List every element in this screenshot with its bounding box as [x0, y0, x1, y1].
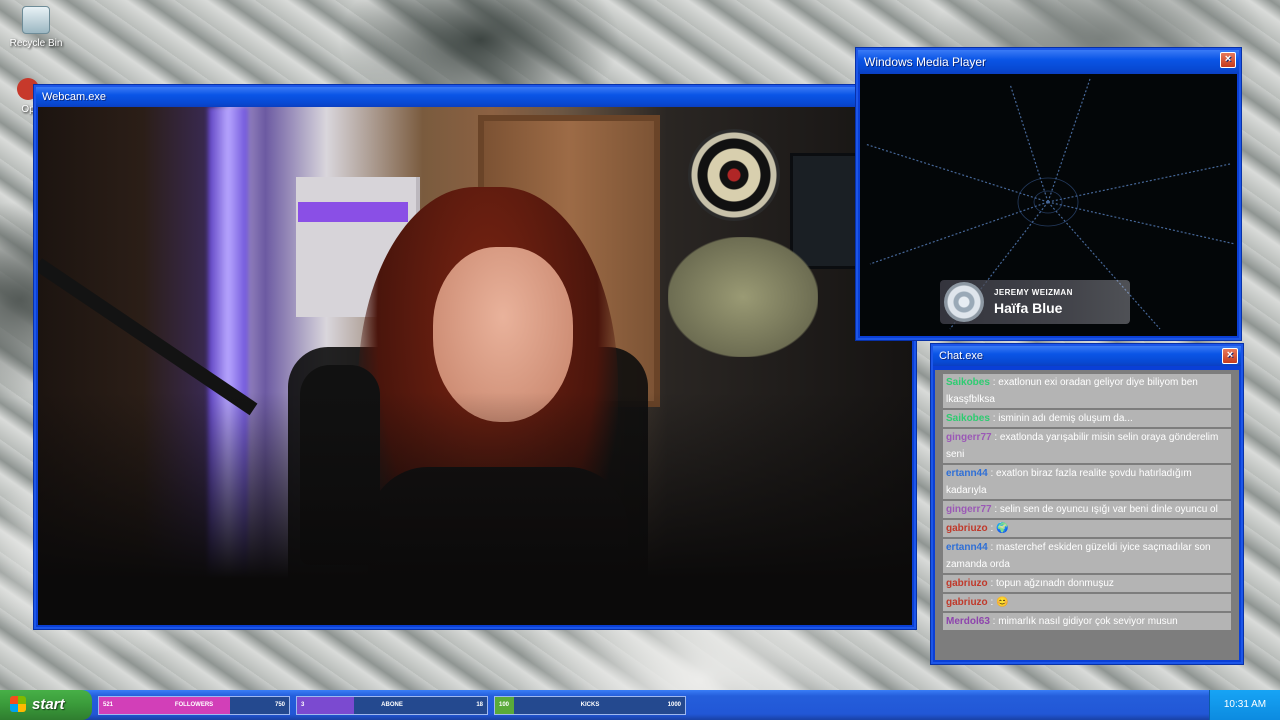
chat-message: Merdol63 : mimarlık nasıl gidiyor çok se…: [943, 613, 1231, 630]
chat-username[interactable]: ertann44: [946, 542, 988, 553]
visualizer-area: JEREMY WEIZMAN Haïfa Blue: [860, 74, 1237, 336]
windows-logo-icon: [10, 696, 26, 712]
chat-separator: :: [987, 578, 997, 589]
chat-message: gabriuzo : 😊: [943, 594, 1231, 611]
recycle-bin-icon: [22, 6, 50, 34]
chat-separator: :: [989, 616, 999, 627]
chat-separator: :: [987, 542, 997, 553]
chat-titlebar[interactable]: Chat.exe ×: [933, 346, 1241, 366]
chat-username[interactable]: gabriuzo: [946, 578, 988, 589]
window-title: Webcam.exe: [42, 91, 106, 103]
chat-message: gabriuzo : topun ağzınadn donmuşuz: [943, 575, 1231, 592]
chat-separator: :: [989, 413, 999, 424]
chat-separator: :: [989, 377, 999, 388]
dartboard-image: [688, 129, 780, 221]
chat-username[interactable]: gabriuzo: [946, 523, 988, 534]
media-player-titlebar[interactable]: Windows Media Player ×: [858, 50, 1239, 74]
chat-message: ertann44 : exatlon biraz fazla realite ş…: [943, 465, 1231, 499]
media-player-window[interactable]: Windows Media Player × JEREMY WEIZMAN Ha…: [856, 48, 1241, 340]
window-title: Windows Media Player: [864, 55, 987, 69]
stat-label: FOLLOWERS: [174, 702, 214, 708]
chat-text: 😊: [996, 597, 1009, 608]
chat-message: ertann44 : masterchef eskiden güzeldi iy…: [943, 539, 1231, 573]
system-tray: 10:31 AM: [1209, 690, 1280, 720]
chat-separator: :: [991, 504, 1000, 515]
webcam-titlebar[interactable]: Webcam.exe: [36, 87, 914, 107]
album-art-icon: [944, 282, 984, 322]
stat-right-value: 750: [274, 702, 285, 708]
chat-text: mimarlık nasıl gidiyor çok seviyor musun: [998, 616, 1178, 627]
stat-label: KICKS: [580, 702, 600, 708]
chat-message: gingerr77 : exatlonda yarışabilir misin …: [943, 429, 1231, 463]
chat-username[interactable]: Saikobes: [946, 413, 990, 424]
chat-username[interactable]: gingerr77: [946, 504, 992, 515]
chat-message-list[interactable]: Saikobes : exatlonun exi oradan geliyor …: [935, 370, 1239, 660]
close-button[interactable]: ×: [1220, 52, 1236, 68]
webcam-window[interactable]: Webcam.exe: [34, 85, 916, 629]
now-playing-artist: JEREMY WEIZMAN: [994, 288, 1073, 297]
stat-bar-kicks: 100 KICKS 1000: [494, 696, 686, 715]
chat-separator: :: [987, 597, 997, 608]
chat-separator: :: [987, 468, 997, 479]
chat-window[interactable]: Chat.exe × Saikobes : exatlonun exi orad…: [931, 344, 1243, 664]
chat-text: 🌍: [996, 523, 1009, 534]
desktop-icon-label: Recycle Bin: [9, 38, 63, 49]
chat-separator: :: [991, 432, 1000, 443]
chat-username[interactable]: gingerr77: [946, 432, 992, 443]
chat-text: selin sen de oyuncu ışığı var beni dinle…: [999, 504, 1218, 515]
chat-message: Saikobes : exatlonun exi oradan geliyor …: [943, 374, 1231, 408]
taskbar: start 521 FOLLOWERS 750 3 ABONE 18 100 KICKS 100…: [0, 690, 1280, 720]
chat-text: isminin adı demiş oluşum da...: [998, 413, 1133, 424]
chat-message: Saikobes : isminin adı demiş oluşum da..…: [943, 410, 1231, 427]
chat-username[interactable]: gabriuzo: [946, 597, 988, 608]
chat-username[interactable]: Merdol63: [946, 616, 990, 627]
clock: 10:31 AM: [1223, 699, 1267, 710]
stat-label: ABONE: [381, 702, 403, 708]
chat-message: gingerr77 : selin sen de oyuncu ışığı va…: [943, 501, 1231, 518]
start-button[interactable]: start: [0, 690, 92, 720]
desktop-icon-recycle-bin[interactable]: Recycle Bin: [6, 6, 66, 49]
chat-text: topun ağzınadn donmuşuz: [996, 578, 1114, 589]
chat-message: gabriuzo : 🌍: [943, 520, 1231, 537]
close-button[interactable]: ×: [1222, 348, 1238, 364]
stat-right-value: 18: [476, 702, 483, 708]
start-label: start: [32, 696, 65, 713]
now-playing-track: Haïfa Blue: [994, 300, 1063, 316]
chat-username[interactable]: ertann44: [946, 468, 988, 479]
stat-bar-followers: 521 FOLLOWERS 750: [98, 696, 290, 715]
chat-username[interactable]: Saikobes: [946, 377, 990, 388]
window-title: Chat.exe: [939, 350, 984, 362]
chat-separator: :: [987, 523, 997, 534]
stat-right-value: 1000: [667, 702, 681, 708]
stat-bar-abone: 3 ABONE 18: [296, 696, 488, 715]
webcam-feed: [38, 107, 912, 625]
